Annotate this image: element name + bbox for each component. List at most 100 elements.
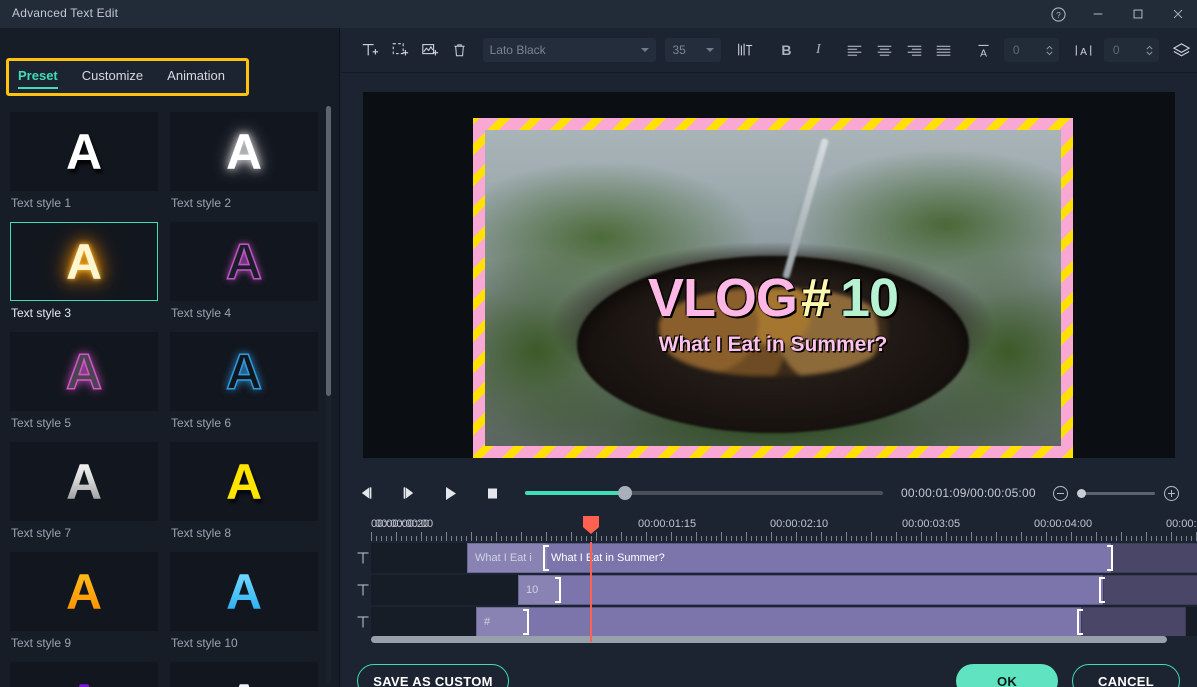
timeline-track-row-1[interactable]: What I Eat i What I Eat in Summer? <box>341 542 1197 574</box>
tab-customize[interactable]: Customize <box>82 66 143 89</box>
ruler-tick <box>571 532 572 541</box>
ruler-tick <box>541 536 542 541</box>
preset-item-5[interactable]: A Text style 5 <box>10 332 158 430</box>
timeline-track-row-2[interactable]: 10 <box>341 574 1197 606</box>
add-shape-icon[interactable] <box>385 34 415 66</box>
previous-frame-icon[interactable] <box>349 476 383 510</box>
playhead[interactable] <box>583 516 599 642</box>
font-family-select[interactable]: Lato Black <box>482 38 657 62</box>
preset-item-10[interactable]: A Text style 10 <box>170 552 318 650</box>
timeline-clip-tail[interactable] <box>1081 607 1186 637</box>
clip-trim-handle[interactable] <box>1077 609 1083 635</box>
clip-label-box: # <box>476 607 529 637</box>
ruler-tick <box>881 536 882 541</box>
maximize-icon[interactable] <box>1118 0 1158 28</box>
ruler-tick <box>976 536 977 541</box>
chevron-down-icon <box>705 48 714 52</box>
line-spacing-icon[interactable]: A <box>969 34 999 66</box>
help-circle-icon[interactable]: ? <box>1038 0 1078 28</box>
italic-button[interactable]: I <box>803 34 833 66</box>
preset-thumb: A <box>170 112 318 191</box>
preset-item-7[interactable]: A Text style 7 <box>10 442 158 540</box>
clip-trim-handle[interactable] <box>1107 545 1113 571</box>
sidebar-scrollbar-thumb[interactable] <box>326 106 331 396</box>
preset-item-3[interactable]: A Text style 3 <box>10 222 158 320</box>
text-effects-icon[interactable] <box>730 34 760 66</box>
align-justify-icon[interactable] <box>929 34 959 66</box>
ruler-tick <box>506 536 507 541</box>
timeline-ruler[interactable]: 00:00:00:00 00:00:00:20 00:00:01:15 00:0… <box>371 516 1197 542</box>
track-lane[interactable]: What I Eat i What I Eat in Summer? <box>371 543 1197 573</box>
cancel-button[interactable]: CANCEL <box>1072 664 1180 687</box>
close-icon[interactable] <box>1158 0 1197 28</box>
ruler-tick <box>851 536 852 541</box>
clip-trim-handle[interactable] <box>523 609 529 635</box>
ruler-tick <box>1011 536 1012 541</box>
timeline-track-row-3[interactable]: # <box>341 606 1197 638</box>
tab-animation[interactable]: Animation <box>167 66 225 89</box>
play-icon[interactable] <box>433 476 467 510</box>
add-image-icon[interactable] <box>415 34 445 66</box>
font-size-select[interactable]: 35 <box>665 38 721 62</box>
preset-scroll-area[interactable]: A Text style 1 A Text style 2 A Text sty… <box>0 104 334 687</box>
timecode-display: 00:00:01:09/00:00:05:00 <box>901 486 1036 500</box>
ruler-tick <box>876 536 877 541</box>
clip-trim-handle[interactable] <box>543 545 549 571</box>
zoom-out-icon[interactable] <box>1052 485 1068 501</box>
seek-handle[interactable] <box>618 486 632 500</box>
preset-item-2[interactable]: A Text style 2 <box>170 112 318 210</box>
preset-glyph: A <box>225 563 263 620</box>
track-lane[interactable]: # <box>371 607 1197 637</box>
preset-item-9[interactable]: A Text style 9 <box>10 552 158 650</box>
ruler-tick <box>1176 536 1177 541</box>
clip-trim-handle[interactable] <box>555 577 561 603</box>
save-as-custom-button[interactable]: SAVE AS CUSTOM <box>357 664 509 687</box>
ruler-tick <box>466 536 467 541</box>
ruler-tick <box>381 536 382 541</box>
zoom-slider[interactable] <box>1076 488 1155 498</box>
preset-item-4[interactable]: A Text style 4 <box>170 222 318 320</box>
layers-icon[interactable] <box>1167 34 1197 66</box>
stop-icon[interactable] <box>475 476 509 510</box>
ok-button[interactable]: OK <box>956 664 1058 687</box>
preset-item-8[interactable]: A Text style 8 <box>170 442 318 540</box>
line-spacing-input[interactable]: 0 <box>1003 38 1059 62</box>
minimize-icon[interactable] <box>1078 0 1118 28</box>
clip-trim-handle[interactable] <box>1099 577 1105 603</box>
timeline-clip[interactable] <box>476 607 1156 637</box>
ruler-tick <box>591 536 592 541</box>
add-text-icon[interactable] <box>355 34 385 66</box>
zoom-in-icon[interactable] <box>1163 485 1179 501</box>
trash-icon[interactable] <box>445 34 475 66</box>
video-canvas[interactable]: VLOG# 10 What I Eat in Summer? <box>485 130 1061 446</box>
track-lane[interactable]: 10 <box>371 575 1197 605</box>
timeline-hscrollbar-thumb[interactable] <box>371 636 1167 643</box>
video-preview-area[interactable]: VLOG# 10 What I Eat in Summer? <box>363 92 1175 458</box>
timeline-clip-tail[interactable] <box>1111 543 1197 573</box>
letter-spacing-icon[interactable]: A <box>1069 34 1099 66</box>
align-center-icon[interactable] <box>869 34 899 66</box>
seek-slider[interactable] <box>525 486 883 500</box>
ruler-tick <box>1076 536 1077 541</box>
next-frame-icon[interactable] <box>391 476 425 510</box>
zoom-handle[interactable] <box>1076 488 1086 498</box>
stepper-icon[interactable] <box>1045 44 1054 57</box>
tab-preset[interactable]: Preset <box>18 66 58 89</box>
ruler-tick <box>756 536 757 541</box>
timeline-clip-tail[interactable] <box>1103 575 1197 605</box>
ruler-label: 00:00:04:00 <box>1034 518 1093 530</box>
ruler-tick <box>891 536 892 541</box>
stepper-icon[interactable] <box>1145 44 1154 57</box>
ruler-tick <box>816 536 817 541</box>
preset-item-6[interactable]: A Text style 6 <box>170 332 318 430</box>
align-left-icon[interactable] <box>839 34 869 66</box>
ruler-tick <box>861 536 862 541</box>
preset-item-11[interactable]: A <box>10 662 158 687</box>
bold-button[interactable]: B <box>772 34 802 66</box>
letter-spacing-input[interactable]: 0 <box>1103 38 1159 62</box>
preset-item-1[interactable]: A Text style 1 <box>10 112 158 210</box>
preset-item-12[interactable]: A <box>170 662 318 687</box>
align-right-icon[interactable] <box>899 34 929 66</box>
ruler-tick <box>896 532 897 541</box>
timeline-clip[interactable] <box>518 575 1197 605</box>
